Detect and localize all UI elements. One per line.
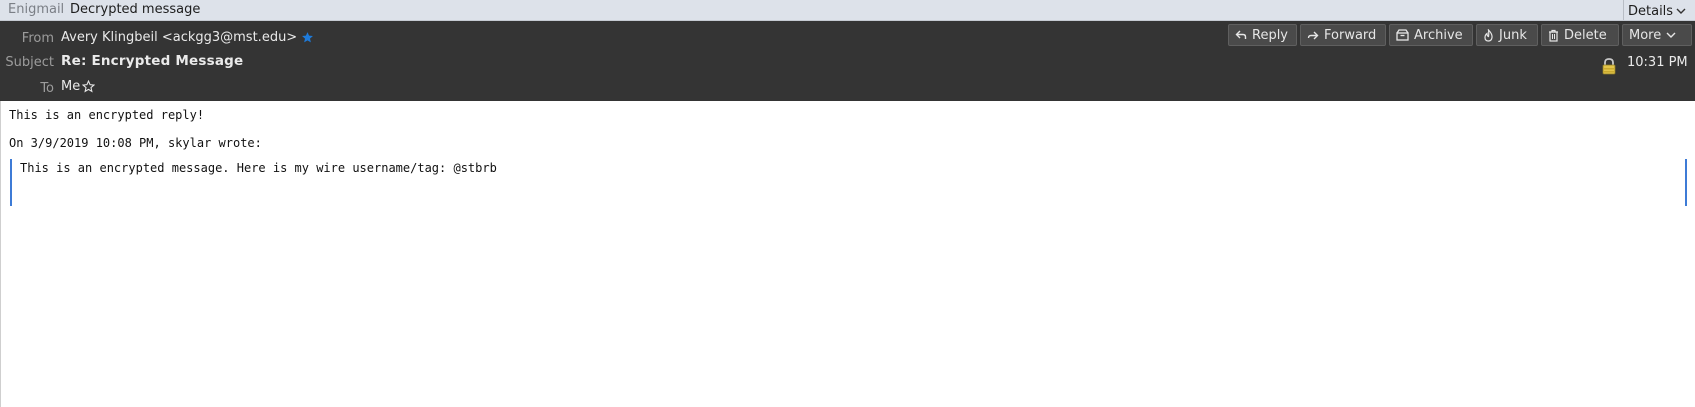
from-field[interactable]: Avery Klingbeil <ackgg3@mst.edu> xyxy=(61,30,314,45)
flame-icon xyxy=(1483,28,1494,42)
details-label: Details xyxy=(1628,3,1674,19)
archive-button[interactable]: Archive xyxy=(1389,24,1473,46)
star-outline-icon[interactable] xyxy=(82,80,96,93)
star-filled-icon[interactable] xyxy=(301,31,314,44)
enigmail-label: Enigmail xyxy=(8,2,65,17)
reply-text: This is an encrypted reply! xyxy=(9,108,205,122)
reply-button[interactable]: Reply xyxy=(1228,24,1297,46)
junk-button[interactable]: Junk xyxy=(1476,24,1538,46)
quoted-message: This is an encrypted message. Here is my… xyxy=(10,159,1687,206)
delete-button[interactable]: Delete xyxy=(1541,24,1619,46)
quoted-text: This is an encrypted message. Here is my… xyxy=(20,161,497,175)
subject-label: Subject xyxy=(5,55,54,70)
reply-icon xyxy=(1235,29,1247,41)
to-value[interactable]: Me xyxy=(61,79,80,94)
message-header: From Avery Klingbeil <ackgg3@mst.edu> Su… xyxy=(0,21,1695,101)
archive-label: Archive xyxy=(1414,27,1463,43)
forward-button[interactable]: Forward xyxy=(1300,24,1386,46)
forward-label: Forward xyxy=(1324,27,1377,43)
quote-attribution: On 3/9/2019 10:08 PM, skylar wrote: xyxy=(9,136,262,150)
to-label: To xyxy=(40,81,54,96)
chevron-down-icon xyxy=(1676,4,1686,19)
to-field[interactable]: Me xyxy=(61,79,96,94)
chevron-down-icon xyxy=(1666,31,1676,39)
subject-value: Re: Encrypted Message xyxy=(61,53,244,69)
more-button[interactable]: More xyxy=(1622,24,1692,46)
archive-icon xyxy=(1396,29,1409,41)
from-label: From xyxy=(21,31,54,46)
trash-icon xyxy=(1548,29,1559,42)
message-time: 10:31 PM xyxy=(1627,55,1688,70)
enigmail-bar: Enigmail Decrypted message Details xyxy=(0,0,1695,21)
details-button[interactable]: Details xyxy=(1623,0,1691,20)
message-toolbar: Reply Forward Archive Junk Delete More xyxy=(1228,24,1692,46)
delete-label: Delete xyxy=(1564,27,1607,43)
enigmail-status: Decrypted message xyxy=(70,2,201,17)
lock-icon[interactable] xyxy=(1601,57,1617,79)
reply-label: Reply xyxy=(1252,27,1289,43)
from-value[interactable]: Avery Klingbeil <ackgg3@mst.edu> xyxy=(61,30,297,45)
forward-icon xyxy=(1307,29,1319,41)
message-body: This is an encrypted reply! On 3/9/2019 … xyxy=(0,101,1695,407)
more-label: More xyxy=(1629,27,1662,43)
junk-label: Junk xyxy=(1499,27,1527,43)
